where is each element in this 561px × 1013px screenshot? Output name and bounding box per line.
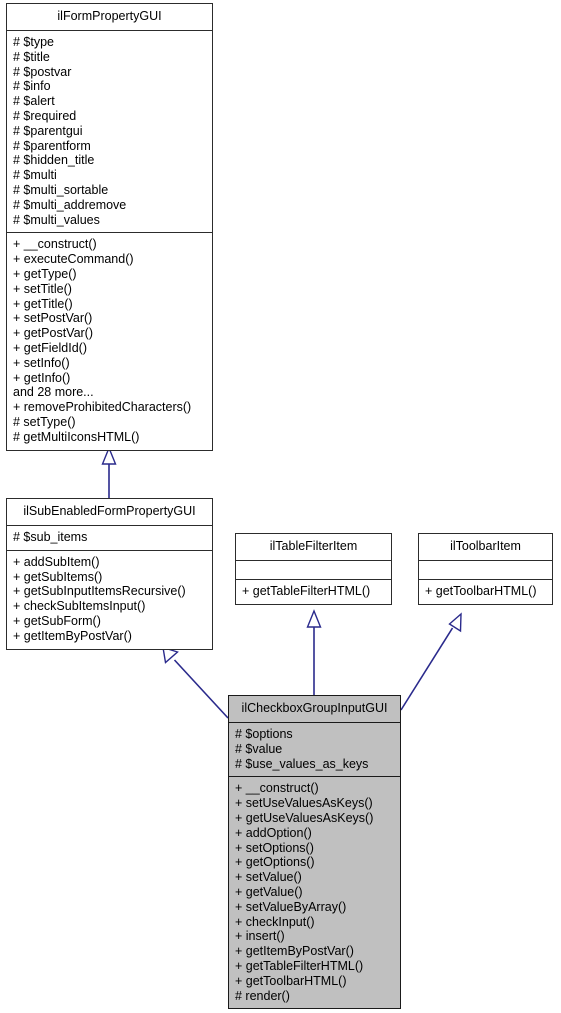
method-row: + getSubInputItemsRecursive() [13,584,186,599]
attributes-compartment: # $options # $value # $use_values_as_key… [229,723,400,778]
attribute-row: # $alert [13,94,55,109]
method-row: # render() [235,988,290,1003]
class-title: ilTableFilterItem [236,534,391,561]
method-row: + getPostVar() [13,326,94,341]
method-row: + addOption() [235,825,312,840]
attribute-row: # $parentgui [13,123,83,138]
method-row: + setValueByArray() [235,899,347,914]
method-row: + getInfo() [13,370,71,385]
attribute-row: # $sub_items [13,530,88,544]
class-title: ilFormPropertyGUI [7,4,212,31]
attributes-compartment [419,561,552,580]
method-row: # getMultiIconsHTML() [13,429,140,444]
class-node-iltoolbaritem[interactable]: ilToolbarItem + getToolbarHTML() [418,533,553,605]
method-row: + __construct() [13,237,97,252]
class-title: ilToolbarItem [419,534,552,561]
method-row: + insert() [235,929,285,944]
attribute-row: # $multi [13,168,57,183]
attribute-row: # $options [235,727,293,741]
method-row: + getToolbarHTML() [425,584,537,598]
method-row: + addSubItem() [13,554,100,569]
method-row: + setPostVar() [13,311,93,326]
attribute-row: # $multi_addremove [13,197,127,212]
methods-compartment: + addSubItem() + getSubItems() + getSubI… [7,551,212,649]
method-row: + getUseValuesAsKeys() [235,810,374,825]
attribute-row: # $info [13,79,51,94]
class-node-ilformpropertygui[interactable]: ilFormPropertyGUI # $type # $title # $po… [6,3,213,451]
edge-subenabled-to-formproperty [101,446,117,498]
method-row: + getTitle() [13,296,73,311]
uml-class-diagram: ilFormPropertyGUI # $type # $title # $po… [0,0,561,1013]
method-row: + __construct() [235,781,319,796]
method-row: + getSubForm() [13,613,101,628]
method-row: + getType() [13,266,77,281]
attribute-row: # $value [235,741,283,756]
methods-compartment: + getTableFilterHTML() [236,580,391,604]
method-row: + getTableFilterHTML() [242,584,371,598]
method-row: + getToolbarHTML() [235,973,347,988]
method-row: + getOptions() [235,855,315,870]
attribute-row: # $required [13,108,77,123]
attribute-row: # $multi_values [13,212,100,227]
edge-checkboxgroup-to-subenabled [162,646,229,719]
class-title: ilSubEnabledFormPropertyGUI [7,499,212,526]
method-row: + setOptions() [235,840,314,855]
method-row: + checkSubItemsInput() [13,599,146,614]
method-row: + getItemByPostVar() [13,628,132,643]
method-row: + getSubItems() [13,569,103,584]
edge-checkboxgroup-to-toolbaritem [400,612,462,711]
attribute-row: # $multi_sortable [13,182,109,197]
attributes-compartment: # $type # $title # $postvar # $info # $a… [7,31,212,234]
attribute-row: # $title [13,49,50,64]
method-row: + checkInput() [235,914,315,929]
class-title: ilCheckboxGroupInputGUI [229,696,400,723]
method-row: + setInfo() [13,355,70,370]
methods-more-note: and 28 more... [13,385,94,400]
method-row: + getTableFilterHTML() [235,958,364,973]
method-row: # setType() [13,414,76,429]
method-row: + setTitle() [13,281,72,296]
attribute-row: # $postvar [13,64,72,79]
method-row: + getFieldId() [13,340,87,355]
method-row: + setUseValuesAsKeys() [235,796,373,811]
methods-compartment: + __construct() + executeCommand() + get… [7,233,212,449]
attribute-row: # $use_values_as_keys [235,756,369,771]
attributes-compartment [236,561,391,580]
method-row: + getValue() [235,884,303,899]
method-row: + setValue() [235,870,302,885]
method-row: + removeProhibitedCharacters() [13,400,192,415]
class-node-iltablefilteritem[interactable]: ilTableFilterItem + getTableFilterHTML() [235,533,392,605]
method-row: + getItemByPostVar() [235,944,354,959]
methods-compartment: + __construct() + setUseValuesAsKeys() +… [229,777,400,1008]
edge-checkboxgroup-to-tablefilteritem [306,609,322,695]
attribute-row: # $parentform [13,138,91,153]
attributes-compartment: # $sub_items [7,526,212,551]
method-row: + executeCommand() [13,252,134,267]
attribute-row: # $type [13,35,55,49]
methods-compartment: + getToolbarHTML() [419,580,552,604]
attribute-row: # $hidden_title [13,153,95,168]
class-node-ilsubenabledformpropertygui[interactable]: ilSubEnabledFormPropertyGUI # $sub_items… [6,498,213,650]
class-node-ilcheckboxgroupinputgui[interactable]: ilCheckboxGroupInputGUI # $options # $va… [228,695,401,1010]
